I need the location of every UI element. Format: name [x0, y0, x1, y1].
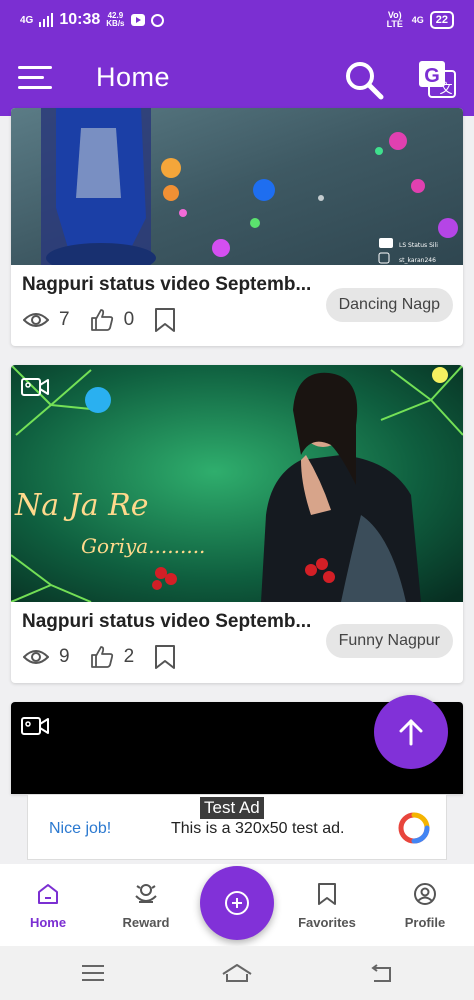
ad-action-link[interactable]: Nice job!	[49, 820, 111, 838]
battery-indicator: 22	[429, 11, 454, 29]
scroll-top-button[interactable]	[374, 695, 448, 769]
view-count: 9	[59, 646, 70, 667]
status-bar: 4G 10:38 42.9 KB/s Vo) LTE 4G 22	[0, 0, 474, 42]
translate-icon[interactable]: G 文	[418, 60, 456, 98]
signal-icon	[39, 13, 54, 27]
video-title[interactable]: Nagpuri status video Septemb...	[22, 274, 311, 296]
video-thumbnail[interactable]: LS Status Sili st_karan246	[11, 108, 463, 265]
video-meta: 7 0	[23, 307, 176, 333]
overlay-text: Goriya.........	[81, 534, 205, 558]
video-camera-icon	[21, 378, 49, 396]
video-title[interactable]: Nagpuri status video Septemb...	[22, 611, 311, 633]
nav-profile[interactable]: Profile	[385, 882, 465, 930]
like-icon[interactable]	[90, 308, 114, 332]
network-indicator: 4G	[20, 14, 34, 26]
category-chip[interactable]: Funny Nagpur	[325, 624, 453, 658]
bookmark-icon	[318, 883, 336, 905]
nav-home[interactable]: Home	[8, 882, 88, 930]
nav-label: Home	[29, 915, 67, 930]
page-title: Home	[96, 62, 171, 92]
youtube-icon	[130, 14, 145, 26]
home-system-icon[interactable]	[220, 962, 254, 984]
reward-icon	[135, 884, 157, 903]
carrier-label: Vo) LTE	[386, 10, 403, 29]
eye-icon	[23, 650, 49, 664]
watermark-text: LS Status Sili	[399, 242, 438, 249]
nav-label: Profile	[404, 915, 446, 930]
search-icon[interactable]	[344, 60, 384, 100]
home-icon	[38, 884, 58, 904]
video-meta: 9 2	[23, 644, 176, 670]
system-navigation-bar	[0, 946, 474, 1000]
video-card[interactable]: Na Ja Re Goriya......... Nagpuri status …	[11, 365, 463, 683]
chrome-icon	[150, 13, 164, 27]
eye-icon	[23, 313, 49, 327]
nav-favorites[interactable]: Favorites	[287, 882, 367, 930]
category-chip[interactable]: Dancing Nagp	[325, 288, 453, 322]
svg-text:G: G	[424, 65, 440, 87]
arrow-up-icon	[399, 719, 423, 746]
add-button[interactable]	[200, 866, 274, 940]
view-count: 7	[59, 309, 70, 330]
svg-text:文: 文	[439, 82, 452, 97]
watermark-text: st_karan246	[399, 257, 436, 264]
nav-label: Reward	[122, 915, 170, 930]
bookmark-icon[interactable]	[154, 307, 176, 333]
like-count: 2	[123, 646, 135, 667]
video-card[interactable]: LS Status Sili st_karan246 Nagpuri statu…	[11, 108, 463, 346]
network-right: 4G	[411, 15, 424, 25]
ad-text: This is a 320x50 test ad.	[171, 820, 345, 837]
video-camera-icon	[21, 717, 49, 735]
nav-reward[interactable]: Reward	[106, 882, 186, 930]
status-time: 10:38	[59, 11, 101, 28]
speed-indicator: 42.9 KB/s	[106, 12, 124, 28]
hamburger-icon[interactable]	[18, 62, 54, 92]
back-icon[interactable]	[368, 962, 394, 984]
nav-label: Favorites	[298, 915, 356, 930]
ad-badge: Test Ad	[200, 797, 264, 819]
video-thumbnail[interactable]: Na Ja Re Goriya.........	[11, 365, 463, 602]
ad-logo-icon	[398, 812, 430, 844]
app-header: 4G 10:38 42.9 KB/s Vo) LTE 4G 22 Home G 文	[0, 0, 474, 116]
speed-unit: KB/s	[106, 19, 125, 28]
overlay-text: Na Ja Re	[14, 488, 148, 523]
like-icon[interactable]	[90, 645, 114, 669]
recents-icon[interactable]	[80, 962, 106, 984]
profile-icon	[414, 883, 436, 905]
add-circle-icon	[225, 891, 249, 915]
bookmark-icon[interactable]	[154, 644, 176, 670]
like-count: 0	[123, 309, 135, 330]
